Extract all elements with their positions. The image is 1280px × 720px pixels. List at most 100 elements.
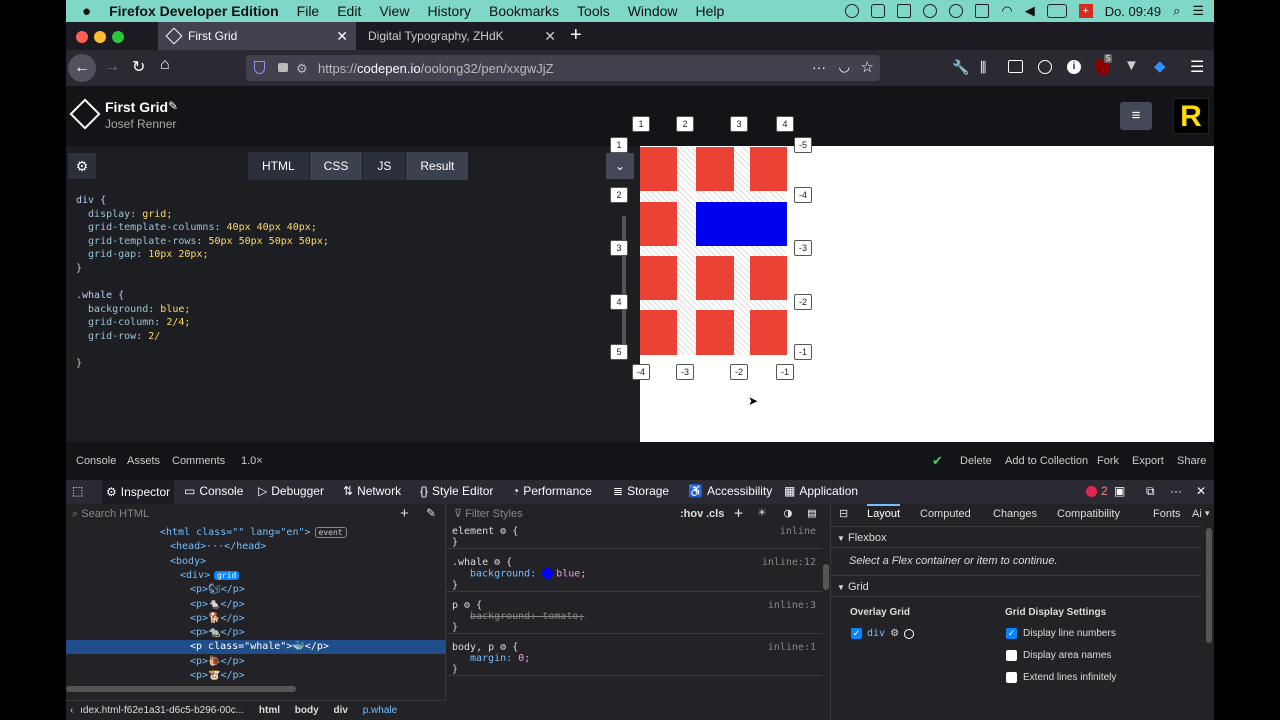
sapphire-extension-icon[interactable]: ◆ bbox=[1154, 57, 1166, 75]
reload-button[interactable]: ↻ bbox=[132, 57, 145, 77]
minimize-window-button[interactable] bbox=[94, 31, 106, 43]
tab-storage[interactable]: ≣ Storage bbox=[613, 484, 669, 498]
tree-node[interactable]: <p>🐀</p> bbox=[66, 626, 446, 640]
dock-icon[interactable]: ⧉ bbox=[1146, 484, 1155, 499]
node-badge[interactable]: grid bbox=[214, 570, 240, 580]
dark-mode-icon[interactable]: ◑ bbox=[784, 506, 792, 521]
pen-title[interactable]: First Grid bbox=[105, 99, 168, 115]
hov-button[interactable]: :hov bbox=[680, 508, 703, 520]
airplay-icon[interactable] bbox=[975, 4, 990, 18]
tab-application[interactable]: ▦ Application bbox=[784, 484, 858, 498]
delete-button[interactable]: Delete bbox=[960, 455, 992, 467]
light-mode-icon[interactable]: ☀ bbox=[758, 506, 766, 521]
close-window-button[interactable] bbox=[76, 31, 88, 43]
pick-element-icon[interactable]: ⬚ bbox=[72, 484, 83, 498]
tab-style-editor[interactable]: {} Style Editor bbox=[420, 484, 493, 498]
spotlight-icon[interactable]: ⌕ bbox=[1173, 3, 1180, 19]
print-mode-icon[interactable]: ▤ bbox=[808, 506, 816, 521]
tab-digital-typography[interactable]: Digital Typography, ZHdK ✕ bbox=[358, 22, 564, 50]
close-tab-icon[interactable]: ✕ bbox=[336, 28, 348, 45]
tab-layout[interactable]: Layout bbox=[867, 504, 901, 523]
error-count[interactable]: 2 bbox=[1086, 484, 1108, 498]
app-menu-icon[interactable]: ☰ bbox=[1190, 57, 1204, 77]
tab-js[interactable]: JS bbox=[363, 152, 406, 180]
close-devtools-icon[interactable]: ✕ bbox=[1196, 484, 1206, 498]
assets-button[interactable]: Assets bbox=[127, 455, 160, 467]
sidebar-icon[interactable] bbox=[1008, 60, 1023, 73]
console-button[interactable]: Console bbox=[76, 455, 116, 467]
breadcrumb-div[interactable]: div bbox=[333, 705, 347, 716]
tab-css[interactable]: CSS bbox=[309, 152, 363, 180]
overlay-checkbox[interactable]: ✓ bbox=[851, 628, 862, 639]
close-tab-icon[interactable]: ✕ bbox=[544, 28, 556, 45]
tree-node[interactable]: <p>🐁</p> bbox=[66, 598, 446, 612]
tab-console[interactable]: ▭ Console bbox=[184, 484, 243, 498]
lock-icon[interactable] bbox=[278, 63, 288, 72]
layout-scrollbar[interactable] bbox=[1206, 528, 1212, 643]
tree-node[interactable]: <html class="" lang="en"> event bbox=[66, 526, 446, 540]
breadcrumb-html[interactable]: html bbox=[259, 705, 280, 716]
color-swatch[interactable] bbox=[904, 628, 915, 639]
devtools-menu-icon[interactable]: ··· bbox=[1170, 484, 1182, 498]
forward-button[interactable]: → bbox=[104, 58, 120, 76]
rule-source[interactable]: inline:1 bbox=[768, 642, 816, 653]
pocket-icon[interactable]: ◡ bbox=[839, 59, 850, 75]
menu-help[interactable]: Help bbox=[687, 3, 734, 19]
breadcrumb-back-icon[interactable]: ‹ bbox=[70, 705, 73, 716]
tab-compatibility[interactable]: Compatibility bbox=[1057, 508, 1120, 520]
tab-result[interactable]: Result bbox=[406, 152, 469, 180]
apple-icon[interactable]: ● bbox=[66, 3, 100, 20]
tree-node[interactable]: <p class="whale">🐳</p> bbox=[66, 640, 446, 655]
rule-declaration[interactable]: background: tomato; bbox=[452, 611, 816, 622]
tab-network[interactable]: ⇅ Network bbox=[343, 484, 401, 498]
menu-view[interactable]: View bbox=[370, 3, 418, 19]
menu-edit[interactable]: Edit bbox=[328, 3, 370, 19]
change-view-icon[interactable]: ≡ bbox=[1120, 102, 1152, 130]
pen-author[interactable]: Josef Renner bbox=[105, 117, 176, 131]
page-actions-icon[interactable]: ··· bbox=[812, 59, 826, 75]
edit-title-icon[interactable]: ✎ bbox=[168, 99, 178, 113]
tree-node[interactable]: <body> bbox=[66, 555, 446, 569]
responsive-mode-icon[interactable]: ▣ bbox=[1114, 484, 1125, 498]
home-button[interactable]: ⌂ bbox=[160, 56, 170, 74]
screen-icon[interactable] bbox=[871, 4, 886, 18]
url-bar[interactable]: ⚙ https://codepen.io/oolong32/pen/xxgwJj… bbox=[246, 55, 880, 81]
wifi-icon[interactable]: ◠ bbox=[1001, 3, 1012, 19]
export-button[interactable]: Export bbox=[1132, 455, 1164, 467]
tree-node[interactable]: <p>🐌</p> bbox=[66, 655, 446, 669]
tab-computed[interactable]: Computed bbox=[920, 508, 971, 520]
overlay-grid-item[interactable]: ✓ div ⚙ bbox=[851, 628, 915, 639]
tree-node[interactable]: <div> grid bbox=[66, 569, 446, 583]
search-html-input[interactable]: ⌕ Search HTML bbox=[66, 504, 396, 524]
breadcrumb-file[interactable]: ıdex.html-f62e1a31-d6c5-b296-00c... bbox=[80, 705, 244, 716]
info-icon[interactable] bbox=[923, 4, 938, 18]
tree-node[interactable]: <p>🐮</p> bbox=[66, 669, 446, 683]
cls-button[interactable]: .cls bbox=[706, 508, 724, 520]
menubar-clock[interactable]: Do. 09:49 bbox=[1105, 4, 1161, 19]
control-center-icon[interactable]: ☰ bbox=[1192, 3, 1204, 19]
menu-history[interactable]: History bbox=[418, 3, 480, 19]
grid-setting[interactable]: ✓ Display line numbers bbox=[1006, 628, 1116, 639]
timemachine-icon[interactable] bbox=[949, 4, 964, 18]
menu-tools[interactable]: Tools bbox=[568, 3, 619, 19]
tab-first-grid[interactable]: First Grid ✕ bbox=[158, 22, 356, 50]
account-icon[interactable] bbox=[1038, 60, 1052, 74]
new-tab-icon[interactable]: + bbox=[570, 24, 582, 47]
settings-gear-button[interactable]: ⚙ bbox=[68, 153, 96, 179]
bookmark-star-icon[interactable]: ☆ bbox=[861, 58, 874, 76]
shield-icon[interactable] bbox=[254, 61, 265, 74]
share-button[interactable]: Share bbox=[1177, 455, 1206, 467]
target-icon[interactable]: ⚙ bbox=[890, 628, 899, 639]
fork-button[interactable]: Fork bbox=[1097, 455, 1119, 467]
flag-icon[interactable]: + bbox=[1078, 4, 1093, 18]
library-icon[interactable]: ⫼ bbox=[980, 59, 986, 76]
rules-scrollbar[interactable] bbox=[823, 564, 829, 590]
tab-performance[interactable]: ◔ Performance bbox=[512, 484, 592, 498]
info-extension-icon[interactable]: i bbox=[1067, 60, 1081, 74]
tab-fonts[interactable]: Fonts bbox=[1153, 508, 1181, 520]
comments-button[interactable]: Comments bbox=[172, 455, 225, 467]
tab-inspector[interactable]: ⚙ Inspector bbox=[102, 480, 175, 504]
tab-html[interactable]: HTML bbox=[248, 152, 309, 180]
tab-debugger[interactable]: ▷ Debugger bbox=[258, 484, 324, 498]
permissions-icon[interactable]: ⚙ bbox=[296, 61, 308, 77]
